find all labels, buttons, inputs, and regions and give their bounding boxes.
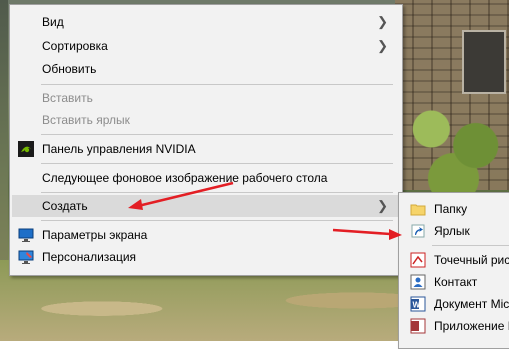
chevron-right-icon: ❯ [377, 14, 388, 29]
menu-item-paste-shortcut[interactable]: Вставить ярлык [12, 109, 400, 131]
menu-item-display-settings[interactable]: Параметры экрана [12, 224, 400, 246]
contact-icon [410, 274, 426, 290]
submenu-item-app[interactable]: Приложение Mi [401, 315, 509, 337]
submenu-item-label: Ярлык [434, 224, 470, 238]
menu-item-label: Панель управления NVIDIA [42, 142, 196, 156]
nvidia-icon [18, 141, 34, 157]
submenu-item-folder[interactable]: Папку [401, 198, 509, 220]
menu-separator [41, 220, 393, 221]
wallpaper-trees [398, 85, 509, 195]
desktop-context-menu: Вид ❯ Сортировка ❯ Обновить Вставить Вст… [9, 4, 403, 276]
monitor-icon [18, 227, 34, 243]
submenu-item-bitmap[interactable]: Точечный рис [401, 249, 509, 271]
submenu-item-word-doc[interactable]: W Документ Mic [401, 293, 509, 315]
submenu-separator [432, 245, 509, 246]
menu-item-label: Сортировка [42, 39, 108, 53]
menu-item-view[interactable]: Вид ❯ [12, 11, 400, 33]
menu-item-label: Параметры экрана [42, 228, 148, 242]
chevron-right-icon: ❯ [377, 198, 388, 213]
menu-item-label: Следующее фоновое изображение рабочего с… [42, 171, 328, 185]
access-icon [410, 318, 426, 334]
submenu-item-label: Точечный рис [434, 253, 509, 267]
menu-item-nvidia[interactable]: Панель управления NVIDIA [12, 138, 400, 160]
menu-separator [41, 134, 393, 135]
menu-separator [41, 84, 393, 85]
submenu-item-label: Папку [434, 202, 468, 216]
personalize-icon [18, 249, 34, 265]
folder-icon [410, 201, 426, 217]
menu-separator [41, 163, 393, 164]
menu-item-paste[interactable]: Вставить [12, 87, 400, 109]
submenu-item-label: Контакт [434, 275, 478, 289]
menu-item-refresh[interactable]: Обновить [12, 58, 400, 80]
word-icon: W [410, 296, 426, 312]
menu-item-label: Создать [42, 199, 88, 213]
menu-separator [41, 192, 393, 193]
svg-text:W: W [413, 301, 421, 310]
submenu-item-contact[interactable]: Контакт [401, 271, 509, 293]
menu-item-label: Вставить ярлык [42, 113, 130, 127]
create-submenu: Папку Ярлык Точечный рис Контакт W Докум… [398, 192, 509, 349]
submenu-item-label: Документ Mic [434, 297, 509, 311]
shortcut-icon [410, 223, 426, 239]
menu-item-label: Вид [42, 15, 64, 29]
menu-item-label: Персонализация [42, 250, 137, 264]
submenu-item-label: Приложение Mi [434, 319, 509, 333]
chevron-right-icon: ❯ [377, 38, 388, 53]
menu-item-sort[interactable]: Сортировка ❯ [12, 35, 400, 57]
menu-item-label: Вставить [42, 91, 93, 105]
paint-icon [410, 252, 426, 268]
menu-item-create[interactable]: Создать ❯ [12, 195, 400, 217]
menu-item-label: Обновить [42, 62, 97, 76]
submenu-item-shortcut[interactable]: Ярлык [401, 220, 509, 242]
menu-item-personalize[interactable]: Персонализация [12, 246, 400, 268]
menu-item-next-background[interactable]: Следующее фоновое изображение рабочего с… [12, 167, 400, 189]
